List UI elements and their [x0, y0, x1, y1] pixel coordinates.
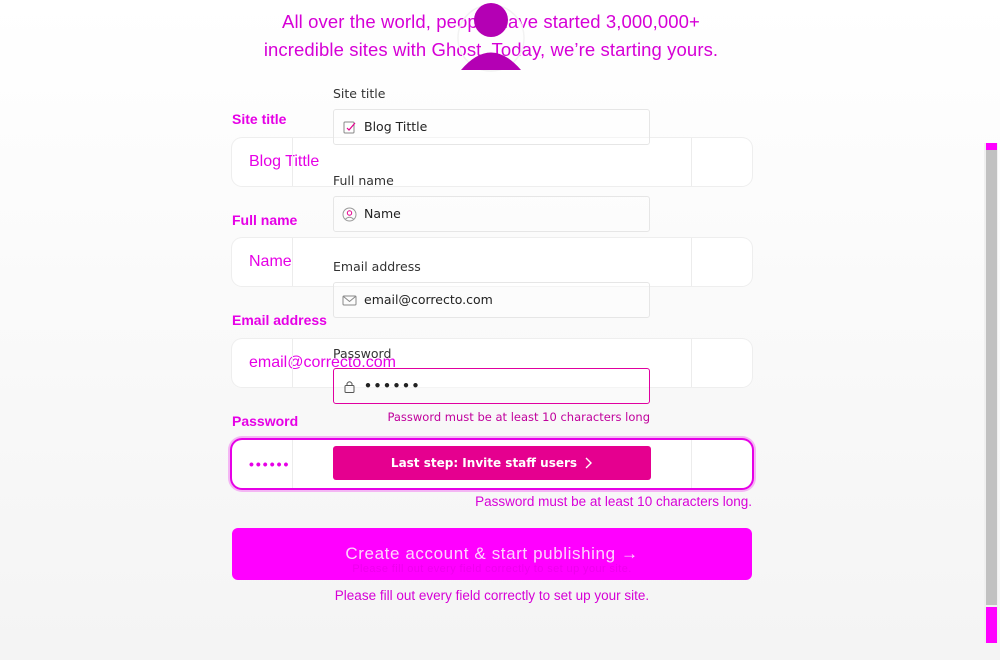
overlay-password-hint: Password must be at least 10 characters … [387, 410, 650, 424]
envelope-icon [342, 293, 357, 308]
overlay-password-label: Password [333, 346, 392, 361]
create-account-button[interactable]: Create account & start publishing → Plea… [232, 528, 752, 580]
create-account-ghost-text: Please fill out every field correctly to… [352, 563, 632, 575]
overlay-full-name-label: Full name [333, 173, 394, 188]
overlay-site-title-input[interactable]: Blog Tittle [333, 109, 650, 145]
lock-icon [342, 379, 357, 394]
scrollbar-thumb[interactable] [986, 150, 997, 605]
site-title-input[interactable]: Blog Tittle [232, 138, 752, 186]
full-name-value: Name [249, 253, 292, 270]
email-label: Email address [232, 312, 327, 328]
overlay-password-value: •••••• [364, 378, 421, 393]
field-divider [292, 339, 293, 387]
scrollbar-down-arrow[interactable] [986, 607, 997, 643]
field-divider [691, 138, 692, 186]
overlay-site-title-value: Blog Tittle [364, 119, 428, 134]
password-value: •••••• [249, 456, 291, 472]
invite-staff-label: Last step: Invite staff users [390, 456, 578, 470]
create-account-label: Create account & start publishing → [345, 544, 639, 563]
site-title-label: Site title [232, 111, 287, 127]
user-avatar-icon [456, 0, 526, 76]
full-name-label: Full name [232, 212, 298, 228]
full-name-input[interactable]: Name [232, 238, 752, 286]
field-divider [292, 138, 293, 186]
overlay-site-title-label: Site title [333, 86, 386, 101]
scrollbar-up-arrow[interactable] [986, 143, 997, 150]
overlay-full-name-value: Name [364, 206, 401, 221]
site-title-value: Blog Tittle [249, 153, 320, 170]
field-divider [292, 440, 293, 488]
user-circle-icon [342, 207, 357, 222]
password-error: Password must be at least 10 characters … [475, 494, 752, 509]
field-divider [691, 440, 692, 488]
overlay-full-name-input[interactable]: Name [333, 196, 650, 232]
overlay-email-value: email@correcto.com [364, 292, 493, 307]
password-label: Password [232, 413, 299, 429]
chevron-right-icon [585, 457, 593, 469]
field-divider [691, 339, 692, 387]
field-divider [292, 238, 293, 286]
overlay-email-label: Email address [333, 259, 421, 274]
overlay-email-input[interactable]: email@correcto.com [333, 282, 650, 318]
edit-document-icon [342, 120, 357, 135]
field-divider [691, 238, 692, 286]
form-footnote: Please fill out every field correctly to… [334, 588, 650, 603]
overlay-password-input[interactable]: •••••• [333, 368, 650, 404]
invite-staff-button[interactable]: Last step: Invite staff users [333, 446, 651, 480]
